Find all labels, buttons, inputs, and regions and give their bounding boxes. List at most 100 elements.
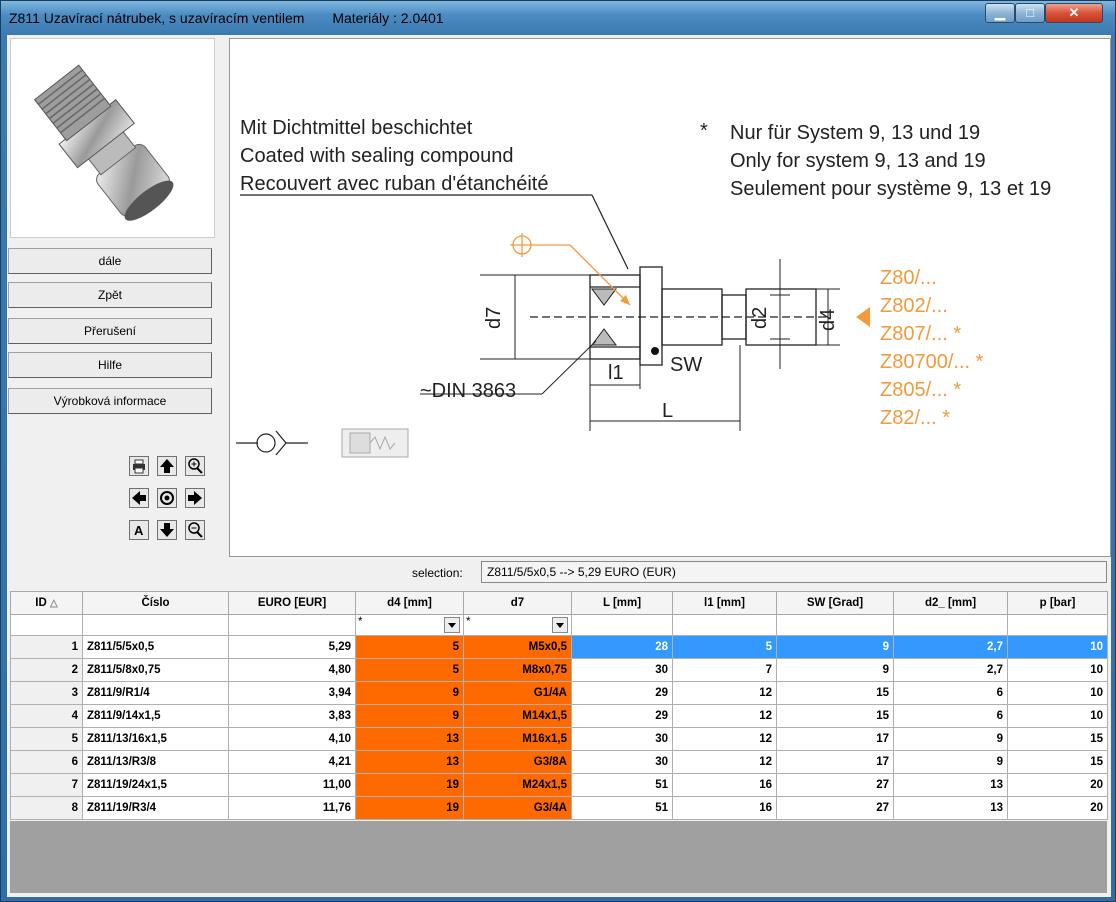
table-cell[interactable]: 12 [672,727,777,751]
table-cell[interactable]: 9 [893,750,1008,774]
table-cell[interactable]: 2,7 [893,635,1008,659]
table-cell[interactable]: 9 [355,704,464,728]
table-row[interactable]: 4 Z811/9/14x1,5 3,83 9 M14x1,5 29 12 15 6 10 [10,704,1108,728]
technical-drawing[interactable]: Mit Dichtmittel beschichtet Coated with … [229,38,1111,557]
table-cell[interactable]: G3/8A [463,750,572,774]
table-cell[interactable]: M16x1,5 [463,727,572,751]
table-cell[interactable]: 3,94 [228,681,356,705]
table-cell[interactable]: 29 [571,704,673,728]
text-button[interactable]: A [129,520,149,540]
header-l1[interactable]: l1 [mm] [672,591,777,615]
back-button[interactable]: Zpět [8,282,212,308]
pan-left-button[interactable] [129,488,149,508]
pan-up-button[interactable] [157,456,177,476]
table-cell[interactable]: 15 [1007,750,1108,774]
zoom-out-button[interactable] [185,520,205,540]
table-cell[interactable]: 7 [10,773,83,797]
table-cell[interactable]: M14x1,5 [463,704,572,728]
table-cell[interactable]: 12 [672,681,777,705]
table-cell[interactable]: 15 [776,681,894,705]
product-info-button[interactable]: Výrobková informace [8,388,212,414]
table-cell[interactable]: 11,76 [228,796,356,820]
table-cell[interactable]: 30 [571,658,673,682]
table-cell[interactable]: 20 [1007,796,1108,820]
print-button[interactable] [129,456,149,476]
table-row[interactable]: 3 Z811/9/R1/4 3,94 9 G1/4A 29 12 15 6 10 [10,681,1108,705]
table-cell[interactable]: 2 [10,658,83,682]
table-cell[interactable]: 16 [672,796,777,820]
header-d7[interactable]: d7 [463,591,572,615]
table-cell[interactable]: 13 [893,796,1008,820]
table-cell[interactable]: Z811/19/R3/4 [82,796,229,820]
pan-down-button[interactable] [157,520,177,540]
table-cell[interactable]: Z811/9/14x1,5 [82,704,229,728]
table-cell[interactable]: 13 [355,727,464,751]
table-cell[interactable]: 6 [893,681,1008,705]
table-cell[interactable]: 9 [355,681,464,705]
table-cell[interactable]: 1 [10,635,83,659]
help-button[interactable]: Hilfe [8,352,212,378]
header-id[interactable]: ID △ [10,591,83,615]
table-cell[interactable]: 7 [672,658,777,682]
table-cell[interactable]: 30 [571,750,673,774]
close-button[interactable]: ✕ [1045,3,1103,23]
table-cell[interactable]: 10 [1007,635,1108,659]
table-cell[interactable]: 2,7 [893,658,1008,682]
table-cell[interactable]: Z811/5/8x0,75 [82,658,229,682]
table-cell[interactable]: 5,29 [228,635,356,659]
table-cell[interactable]: 6 [893,704,1008,728]
table-cell[interactable]: 51 [571,773,673,797]
table-cell[interactable]: 15 [1007,727,1108,751]
pan-right-button[interactable] [185,488,205,508]
filter-d7[interactable]: * [463,614,572,636]
header-L[interactable]: L [mm] [571,591,673,615]
filter-d4[interactable]: * [355,614,464,636]
chevron-down-icon[interactable] [444,617,460,633]
table-cell[interactable]: Z811/9/R1/4 [82,681,229,705]
zoom-in-button[interactable] [185,456,205,476]
table-cell[interactable]: 17 [776,727,894,751]
table-cell[interactable]: 9 [776,658,894,682]
table-cell[interactable]: Z811/19/24x1,5 [82,773,229,797]
header-p[interactable]: p [bar] [1007,591,1108,615]
table-cell[interactable]: 15 [776,704,894,728]
table-cell[interactable]: 4,21 [228,750,356,774]
next-button[interactable]: dále [8,248,212,274]
table-cell[interactable]: Z811/13/16x1,5 [82,727,229,751]
table-cell[interactable]: 19 [355,796,464,820]
table-cell[interactable]: G3/4A [463,796,572,820]
table-cell[interactable]: 28 [571,635,673,659]
table-row[interactable]: 8 Z811/19/R3/4 11,76 19 G3/4A 51 16 27 13 20 [10,796,1108,820]
selection-field[interactable]: Z811/5/5x0,5 --> 5,29 EURO (EUR) [481,561,1107,583]
table-cell[interactable]: 10 [1007,704,1108,728]
table-cell[interactable]: 9 [893,727,1008,751]
table-cell[interactable]: 4 [10,704,83,728]
table-cell[interactable]: M5x0,5 [463,635,572,659]
chevron-down-icon[interactable] [552,617,568,633]
table-cell[interactable]: 13 [893,773,1008,797]
header-d4[interactable]: d4 [mm] [355,591,464,615]
table-cell[interactable]: Z811/5/5x0,5 [82,635,229,659]
table-row[interactable]: 5 Z811/13/16x1,5 4,10 13 M16x1,5 30 12 17 9 15 [10,727,1108,751]
header-cislo[interactable]: Číslo [82,591,229,615]
header-sw[interactable]: SW [Grad] [776,591,894,615]
table-row[interactable]: 2 Z811/5/8x0,75 4,80 5 M8x0,75 30 7 9 2,7 10 [10,658,1108,682]
table-cell[interactable]: 51 [571,796,673,820]
table-cell[interactable]: M24x1,5 [463,773,572,797]
minimize-button[interactable]: ▁ [985,3,1015,23]
table-cell[interactable]: 13 [355,750,464,774]
table-cell[interactable]: G1/4A [463,681,572,705]
table-cell[interactable]: 27 [776,773,894,797]
table-cell[interactable]: 19 [355,773,464,797]
header-euro[interactable]: EURO [EUR] [228,591,356,615]
table-cell[interactable]: 5 [10,727,83,751]
table-cell[interactable]: 4,80 [228,658,356,682]
interrupt-button[interactable]: Přerušení [8,318,212,344]
table-cell[interactable]: 10 [1007,658,1108,682]
table-cell[interactable]: 17 [776,750,894,774]
table-cell[interactable]: 20 [1007,773,1108,797]
table-cell[interactable]: 11,00 [228,773,356,797]
table-cell[interactable]: M8x0,75 [463,658,572,682]
table-cell[interactable]: 5 [355,658,464,682]
table-cell[interactable]: 12 [672,750,777,774]
